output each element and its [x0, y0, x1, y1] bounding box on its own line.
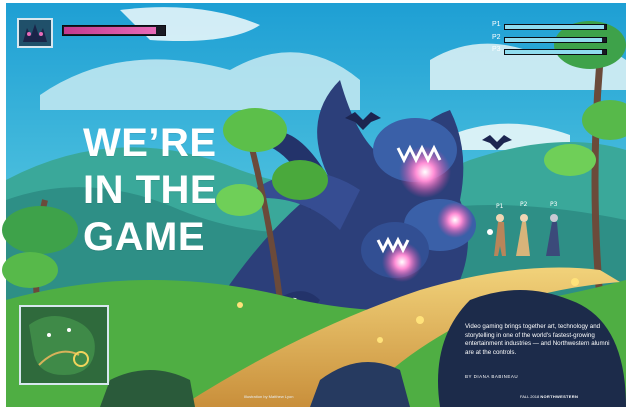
illustration-credit: Illustration by Matthew Lyon	[244, 394, 294, 399]
player-fill-p1	[505, 25, 604, 29]
headline-line-2: IN THE	[83, 168, 218, 212]
player-label-p3: P3	[492, 46, 501, 53]
byline: BY DIANA BABINEAU	[465, 374, 519, 379]
player-health-p3: P3	[492, 46, 612, 57]
marker-p1: P1	[496, 203, 504, 210]
folio-publication: NORTHWESTERN	[540, 394, 579, 399]
headline: WE’RE IN THE GAME	[83, 120, 243, 261]
player-fill-p2	[505, 38, 602, 42]
minimap	[19, 305, 109, 385]
boss-health-fill	[64, 27, 156, 34]
boss-portrait	[17, 18, 53, 48]
headline-line-1: WE’RE	[83, 121, 217, 165]
player-bar-p3	[504, 49, 607, 55]
player-health-p1: P1	[492, 21, 612, 32]
headline-line-3: GAME	[83, 215, 205, 259]
game-illustration-spread: P1 P2 P3 P1 P2 P3 WE’RE IN THE GAME Illu…	[0, 0, 626, 407]
folio: FALL 2018 NORTHWESTERN	[520, 394, 578, 399]
article-deck: Video gaming brings together art, techno…	[465, 323, 610, 356]
marker-p2: P2	[520, 201, 528, 208]
player-bar-p2	[504, 37, 607, 43]
boss-health-bar	[62, 25, 166, 36]
folio-season: FALL 2018	[520, 394, 541, 399]
dragon-icon	[19, 20, 51, 46]
player-fill-p3	[505, 50, 602, 54]
player-label-p2: P2	[492, 34, 501, 41]
player-label-p1: P1	[492, 21, 501, 28]
marker-p3: P3	[550, 201, 558, 208]
player-health-p2: P2	[492, 34, 612, 45]
player-bar-p1	[504, 24, 607, 30]
